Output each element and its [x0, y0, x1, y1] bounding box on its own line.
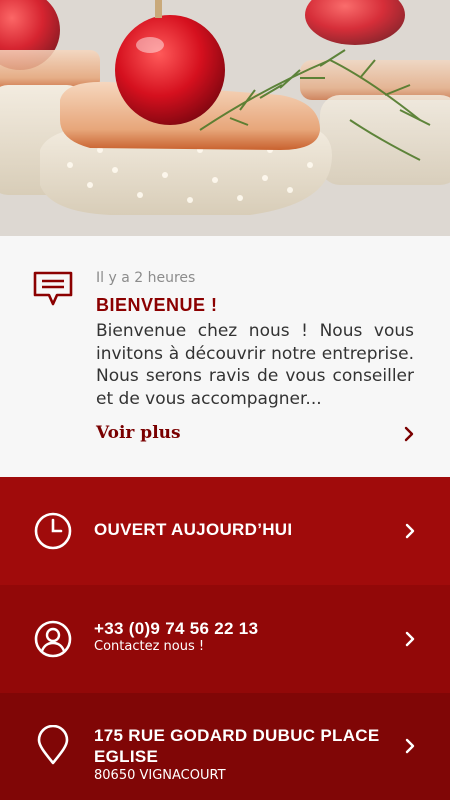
chevron-right-icon[interactable] — [403, 631, 417, 647]
address-row[interactable]: 175 RUE GODARD DUBUC PLACE EGLISE 80650 … — [0, 693, 450, 800]
chevron-right-icon[interactable] — [403, 738, 417, 754]
hours-row[interactable]: OUVERT AUJOURD’HUI — [0, 477, 450, 585]
see-more-link[interactable]: Voir plus — [96, 423, 181, 443]
chevron-right-icon[interactable] — [402, 426, 416, 442]
phone-row[interactable]: +33 (0)9 74 56 22 13 Contactez nous ! — [0, 585, 450, 693]
user-icon — [34, 620, 72, 658]
chevron-right-icon[interactable] — [403, 523, 417, 539]
news-body: Bienvenue chez nous ! Nous vous invitons… — [96, 321, 414, 409]
news-title: BIENVENUE ! — [96, 295, 218, 315]
address-line-1: 175 RUE GODARD DUBUC PLACE — [94, 726, 380, 745]
phone-number: +33 (0)9 74 56 22 13 — [94, 619, 259, 638]
message-icon — [33, 271, 73, 306]
hero-image — [0, 0, 450, 236]
news-timestamp: Il y a 2 heures — [96, 270, 196, 286]
clock-icon — [34, 512, 72, 550]
address-line-2: EGLISE — [94, 747, 159, 766]
map-pin-icon — [37, 725, 69, 765]
address-postal: 80650 VIGNACOURT — [94, 768, 226, 783]
phone-subtitle: Contactez nous ! — [94, 639, 205, 654]
hours-title: OUVERT AUJOURD’HUI — [94, 520, 293, 539]
